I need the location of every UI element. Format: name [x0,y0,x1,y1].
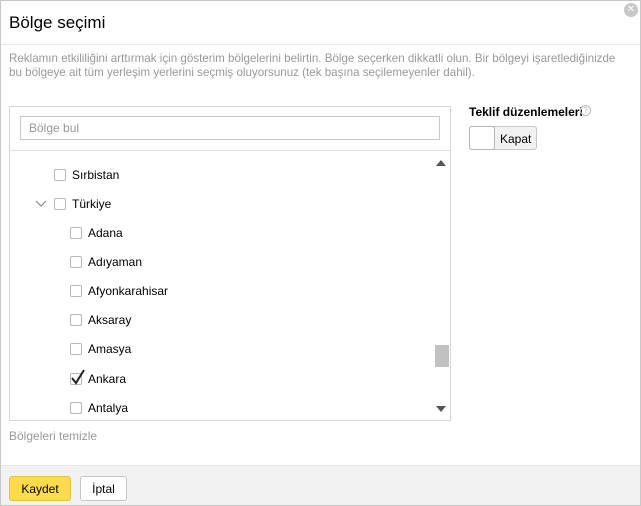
save-button[interactable]: Kaydet [9,476,71,501]
checkbox[interactable] [70,227,82,239]
tree-item-label: Ankara [88,372,127,386]
region-tree: Sırbistan Türkiye Adana Adıyaman Afyonka… [10,152,430,420]
scroll-up-icon[interactable] [436,160,446,166]
tree-item-label: Adana [88,226,123,240]
tree-item-label: Adıyaman [88,255,143,269]
tree-item-label: Afyonkarahisar [88,284,169,298]
region-panel: Sırbistan Türkiye Adana Adıyaman [9,106,451,421]
checkbox-checked[interactable] [70,369,85,385]
bid-settings-toggle[interactable]: Kapat [469,126,537,150]
search-area [10,107,450,151]
bid-settings-title: Teklif düzenlemeleri [469,105,583,119]
toggle-knob [469,126,495,150]
region-search-input[interactable] [20,116,440,140]
checkbox[interactable] [70,285,82,297]
title-divider [1,44,640,45]
clear-regions-link[interactable]: Bölgeleri temizle [9,429,97,443]
checkbox[interactable] [70,343,82,355]
tree-item-label: Antalya [88,401,129,415]
tree-item-adiyaman[interactable]: Adıyaman [70,252,142,272]
tree-item-amasya[interactable]: Amasya [70,339,131,359]
tree-item-afyonkarahisar[interactable]: Afyonkarahisar [70,281,168,301]
tree-item-antalya[interactable]: Antalya [70,398,128,418]
tree-item-turkiye[interactable]: Türkiye [54,194,111,214]
tree-item-label: Türkiye [72,197,112,211]
checkbox[interactable] [70,314,82,326]
tree-item-adana[interactable]: Adana [70,223,123,243]
toggle-label: Kapat [500,132,532,146]
tree-item-aksaray[interactable]: Aksaray [70,310,131,330]
dialog-footer: Kaydet İptal [1,465,640,505]
dialog-description: Reklamın etkililiğini arttırmak için gös… [9,52,616,79]
checkbox[interactable] [54,198,66,210]
help-icon[interactable]: ? [580,105,591,116]
chevron-down-icon[interactable] [35,199,47,209]
scroll-thumb[interactable] [435,345,449,367]
checkbox[interactable] [70,256,82,268]
tree-item-ankara[interactable]: Ankara [70,369,126,389]
cancel-button[interactable]: İptal [80,476,127,501]
checkbox[interactable] [70,402,82,414]
tree-item-sirbistan[interactable]: Sırbistan [54,165,119,185]
tree-item-label: Sırbistan [72,168,120,182]
checkmark-icon [71,369,85,385]
dialog-title: Bölge seçimi [9,13,106,32]
tree-item-label: Aksaray [88,313,132,327]
tree-scrollbar[interactable] [432,152,450,420]
tree-item-label: Amasya [88,342,132,356]
close-icon[interactable]: ✕ [624,3,638,17]
scroll-down-icon[interactable] [436,406,446,412]
checkbox[interactable] [54,169,66,181]
region-selection-dialog: ✕ Bölge seçimi Reklamın etkililiğini art… [0,0,641,506]
